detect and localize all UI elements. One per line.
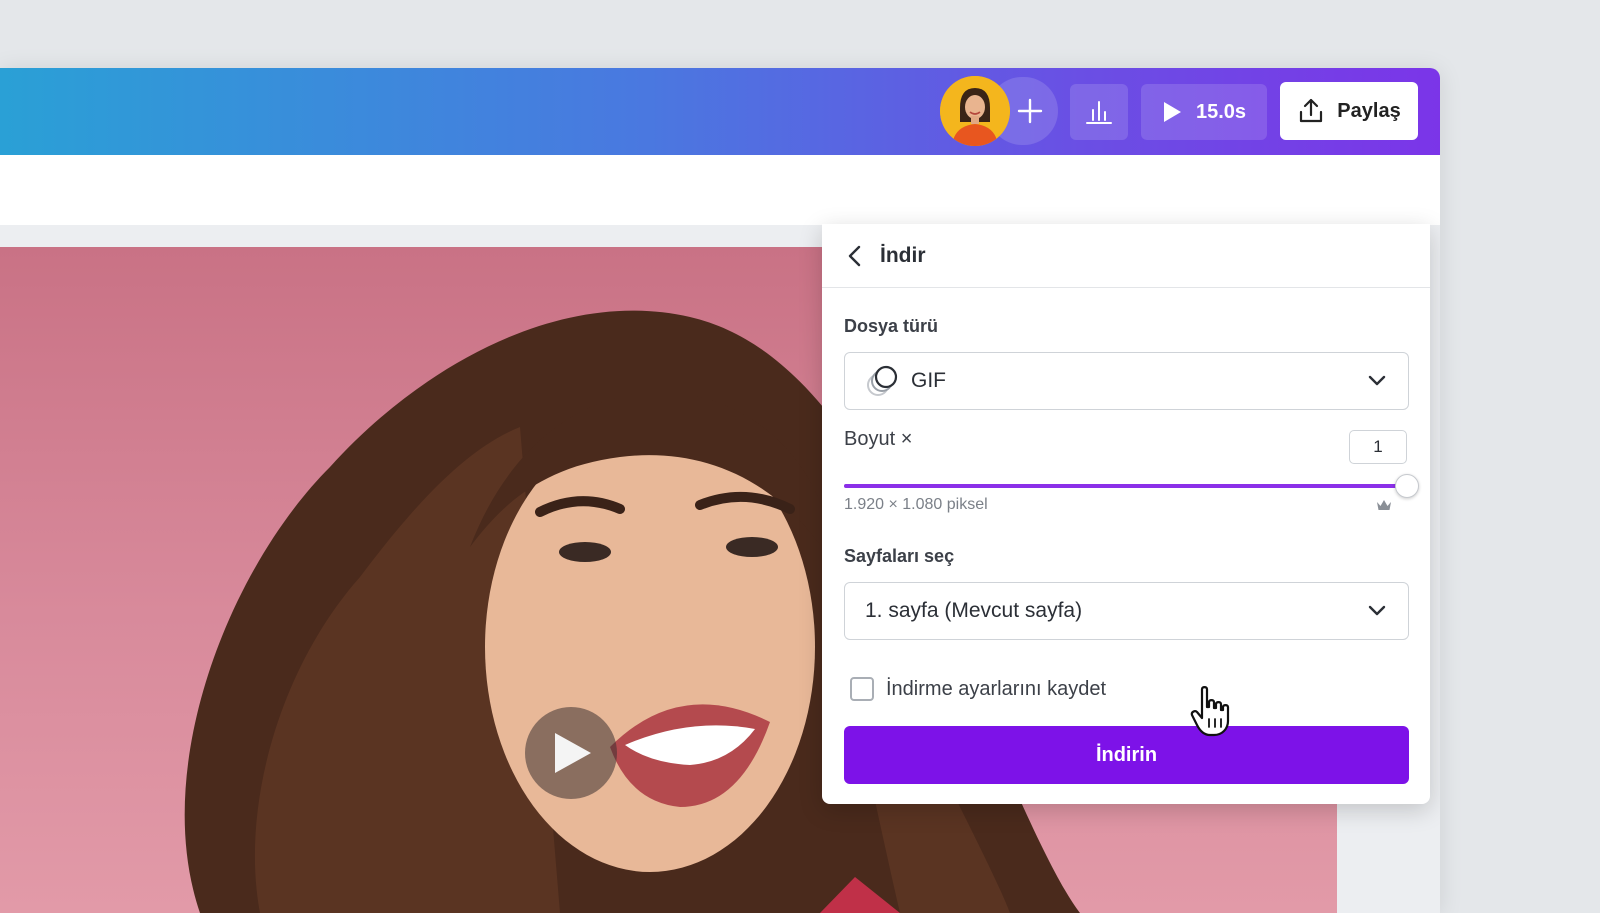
hand-pointer-cursor <box>1190 686 1230 737</box>
chevron-down-icon <box>1368 605 1386 616</box>
size-slider[interactable] <box>844 474 1419 498</box>
play-icon <box>1163 102 1181 122</box>
pages-value: 1. sayfa (Mevcut sayfa) <box>865 599 1083 622</box>
bar-chart-icon <box>1086 101 1112 124</box>
gif-format-icon <box>867 365 898 396</box>
file-type-select[interactable]: GIF <box>844 352 1409 410</box>
chevron-down-icon <box>1368 375 1386 386</box>
share-label: Paylaş <box>1337 99 1401 122</box>
size-slider-handle[interactable] <box>1395 474 1419 498</box>
pixel-dimensions: 1.920 × 1.080 piksel <box>844 496 988 513</box>
pages-select[interactable]: 1. sayfa (Mevcut sayfa) <box>844 582 1409 640</box>
download-button[interactable]: İndirin <box>844 726 1409 784</box>
size-label: Boyut × <box>844 428 913 450</box>
file-type-value: GIF <box>911 369 946 392</box>
file-type-label: Dosya türü <box>844 316 939 336</box>
play-preview-button[interactable]: 15.0s <box>1141 84 1267 140</box>
panel-header: İndir <box>822 224 1430 288</box>
download-panel: İndir Dosya türü GIF Boyut × 1 1.920 × 1… <box>822 224 1430 804</box>
pages-label: Sayfaları seç <box>844 546 955 566</box>
user-avatar[interactable] <box>940 76 1010 146</box>
save-settings-checkbox[interactable] <box>850 677 874 701</box>
plus-icon <box>1017 98 1043 124</box>
play-icon <box>555 733 591 773</box>
avatar-portrait <box>940 76 1010 146</box>
app-window: 15.0s Paylaş İndir Dosya türü GIF Boyut … <box>0 68 1440 913</box>
analytics-button[interactable] <box>1070 84 1128 140</box>
video-play-button[interactable] <box>525 707 617 799</box>
play-duration: 15.0s <box>1195 100 1247 123</box>
back-arrow-icon[interactable] <box>846 244 862 268</box>
share-button[interactable]: Paylaş <box>1280 82 1418 140</box>
top-bar: 15.0s Paylaş <box>0 68 1440 155</box>
crown-icon <box>1377 500 1391 510</box>
save-settings-label: İndirme ayarlarını kaydet <box>886 678 1107 700</box>
panel-title: İndir <box>880 243 926 267</box>
size-multiplier-input[interactable]: 1 <box>1349 430 1407 464</box>
editor-toolbar <box>0 155 1440 225</box>
upload-icon <box>1300 98 1323 123</box>
size-slider-fill <box>844 484 1407 488</box>
